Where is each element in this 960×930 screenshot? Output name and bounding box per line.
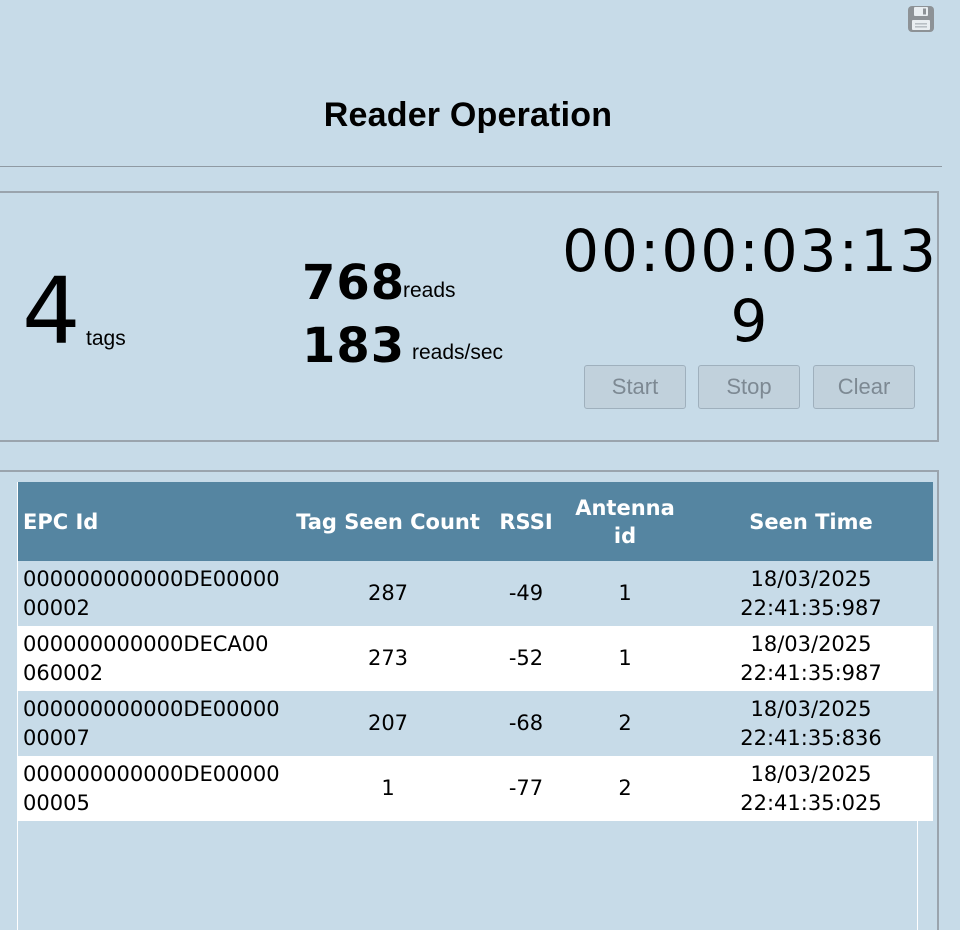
seen-date: 18/03/2025 — [750, 566, 872, 591]
title-divider — [0, 166, 942, 167]
seen-time-cell: 18/03/2025 22:41:35:987 — [689, 626, 933, 691]
table-row[interactable]: 000000000000DE0000000002 287 -49 1 18/03… — [18, 561, 933, 626]
seen-time-cell: 18/03/2025 22:41:35:987 — [689, 561, 933, 626]
tag-table-container[interactable]: EPC Id Tag Seen Count RSSI Antenna id Se… — [17, 482, 933, 930]
read-rate-label: reads/sec — [412, 341, 504, 364]
seen-date: 18/03/2025 — [750, 761, 872, 786]
column-header-epc[interactable]: EPC Id — [18, 482, 285, 561]
table-row[interactable]: 000000000000DE0000000007 207 -68 2 18/03… — [18, 691, 933, 756]
epc-cell: 000000000000DECA00060002 — [23, 631, 269, 685]
seen-clock: 22:41:35:025 — [740, 790, 882, 815]
column-header-count[interactable]: Tag Seen Count — [285, 482, 491, 561]
count-cell: 1 — [381, 776, 395, 800]
epc-cell: 000000000000DE0000000007 — [23, 696, 280, 750]
count-cell: 273 — [367, 646, 409, 670]
epc-cell: 000000000000DE0000000002 — [23, 566, 280, 620]
reads-count: 768 — [302, 255, 406, 311]
count-cell: 207 — [367, 711, 409, 735]
column-header-antenna[interactable]: Antenna id — [561, 482, 689, 561]
rssi-cell: -77 — [508, 776, 544, 800]
seen-date: 18/03/2025 — [750, 696, 872, 721]
read-rate-count: 183 — [302, 318, 406, 374]
page-title: Reader Operation — [323, 96, 613, 134]
clear-button[interactable]: Clear — [813, 365, 915, 409]
tags-label: tags — [86, 327, 126, 350]
reads-label: reads — [403, 279, 456, 302]
column-header-seen-time[interactable]: Seen Time — [689, 482, 933, 561]
column-header-rssi[interactable]: RSSI — [491, 482, 561, 561]
seen-clock: 22:41:35:987 — [740, 595, 882, 620]
floppy-disk-save-icon[interactable] — [906, 4, 936, 34]
seen-clock: 22:41:35:987 — [740, 660, 882, 685]
start-button[interactable]: Start — [584, 365, 686, 409]
seen-clock: 22:41:35:836 — [740, 725, 882, 750]
seen-date: 18/03/2025 — [750, 631, 872, 656]
stop-button[interactable]: Stop — [698, 365, 800, 409]
elapsed-timer: 00:00:03:139 — [562, 217, 938, 355]
epc-cell: 000000000000DE0000000005 — [23, 761, 280, 815]
tag-table: EPC Id Tag Seen Count RSSI Antenna id Se… — [18, 482, 933, 821]
antenna-cell: 2 — [618, 711, 632, 735]
reader-operation-page: Reader Operation 4 tags 768 reads 183 re… — [0, 0, 960, 930]
table-row[interactable]: 000000000000DE0000000005 1 -77 2 18/03/2… — [18, 756, 933, 821]
table-header-row: EPC Id Tag Seen Count RSSI Antenna id Se… — [18, 482, 933, 561]
rssi-cell: -49 — [508, 581, 544, 605]
seen-time-cell: 18/03/2025 22:41:35:836 — [689, 691, 933, 756]
antenna-cell: 2 — [618, 776, 632, 800]
rssi-cell: -52 — [508, 646, 544, 670]
tags-count: 4 — [22, 258, 81, 365]
count-cell: 287 — [367, 581, 409, 605]
antenna-cell: 1 — [618, 581, 632, 605]
table-row[interactable]: 000000000000DECA00060002 273 -52 1 18/03… — [18, 626, 933, 691]
rssi-cell: -68 — [508, 711, 544, 735]
seen-time-cell: 18/03/2025 22:41:35:025 — [689, 756, 933, 821]
antenna-cell: 1 — [618, 646, 632, 670]
